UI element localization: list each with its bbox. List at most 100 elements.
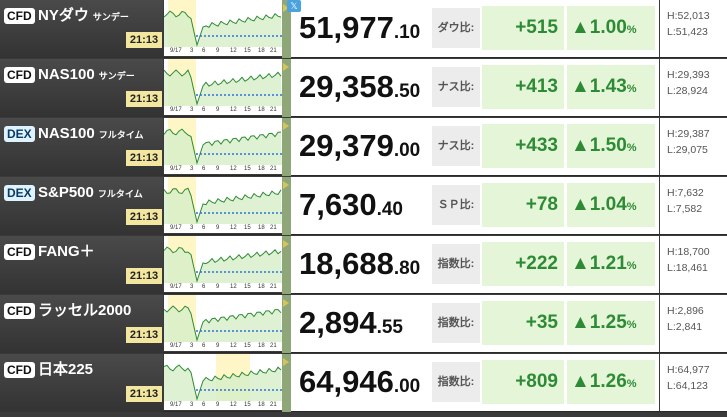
instrument-name-text: NAS100 bbox=[38, 66, 95, 83]
intraday-chart[interactable]: 9/17 3 6 9 12 15 18 21 bbox=[164, 59, 282, 115]
time-tick: 6 bbox=[202, 48, 206, 54]
percent-value: ▲1.50 bbox=[571, 135, 627, 156]
price-integer: 2,894 bbox=[299, 305, 377, 340]
expand-handle[interactable] bbox=[282, 236, 291, 294]
price-integer: 64,946 bbox=[299, 364, 394, 399]
percent-value: ▲1.04 bbox=[571, 194, 627, 215]
instrument-name: NYダウ サンデー bbox=[38, 5, 129, 28]
day-high: H:52,013 bbox=[667, 10, 710, 22]
time-tick: 6 bbox=[202, 284, 206, 290]
quote-card: 18,688.80 指数比: +222 ▲1.21% bbox=[291, 236, 659, 293]
update-time: 21:13 bbox=[126, 268, 162, 284]
expand-handle[interactable] bbox=[282, 118, 291, 176]
time-tick: 9/17 bbox=[170, 166, 182, 172]
quote-row[interactable]: DEX S&P500 フルタイム 21:13 9/17 3 6 9 12 15 18 21 7,630.… bbox=[0, 177, 727, 235]
instrument-type-badge: CFD bbox=[4, 244, 35, 260]
intraday-chart[interactable]: 9/17 3 6 9 12 15 18 21 bbox=[164, 295, 282, 351]
change-label: ＳＰ比: bbox=[432, 185, 480, 225]
time-tick: 15 bbox=[244, 107, 251, 113]
quote-row[interactable]: CFD NYダウ サンデー 21:13 9/17 3 6 9 12 15 18 21 51,977.10… bbox=[0, 0, 727, 58]
percent-unit: % bbox=[626, 378, 637, 390]
time-tick: 9 bbox=[216, 284, 220, 290]
time-tick: 3 bbox=[190, 166, 194, 172]
quote-row[interactable]: CFD 日本225 21:13 9/17 3 6 9 12 15 18 21 64,946.00 指数比… bbox=[0, 354, 727, 412]
time-tick: 21 bbox=[270, 48, 277, 54]
high-low: H:64,977 L:64,123 bbox=[660, 354, 727, 411]
time-tick: 6 bbox=[202, 402, 206, 408]
instrument-header[interactable]: CFD FANG＋ 21:13 bbox=[0, 236, 163, 294]
time-tick: 3 bbox=[190, 284, 194, 290]
instrument-type-badge: CFD bbox=[4, 303, 35, 319]
change-value: +433 bbox=[482, 124, 564, 168]
change-value: +35 bbox=[482, 301, 564, 345]
day-low: L:51,423 bbox=[667, 26, 708, 38]
quote-card: 64,946.00 指数比: +809 ▲1.26% bbox=[291, 354, 659, 411]
change-value: +413 bbox=[482, 65, 564, 109]
intraday-chart[interactable]: 9/17 3 6 9 12 15 18 21 bbox=[164, 236, 282, 292]
expand-handle[interactable] bbox=[282, 59, 291, 117]
session-label: サンデー bbox=[92, 12, 129, 22]
instrument-header[interactable]: CFD ラッセル2000 21:13 bbox=[0, 295, 163, 353]
intraday-chart[interactable]: 9/17 3 6 9 12 15 18 21 bbox=[164, 0, 282, 56]
change-label: 指数比: bbox=[432, 244, 480, 284]
intraday-chart[interactable]: 9/17 3 6 9 12 15 18 21 bbox=[164, 177, 282, 233]
time-tick: 9 bbox=[216, 343, 220, 349]
instrument-name-text: FANG＋ bbox=[38, 243, 95, 260]
price-integer: 29,379 bbox=[299, 128, 394, 163]
instrument-name-text: NAS100 bbox=[38, 125, 95, 142]
percent-value: ▲1.43 bbox=[571, 76, 627, 97]
time-tick: 15 bbox=[244, 225, 251, 231]
percent-unit: % bbox=[626, 83, 637, 95]
change-percent: ▲1.43% bbox=[567, 65, 655, 109]
instrument-type-badge: DEX bbox=[4, 185, 35, 201]
instrument-header[interactable]: DEX S&P500 フルタイム 21:13 bbox=[0, 177, 163, 235]
price-integer: 51,977 bbox=[299, 10, 394, 45]
quote-row[interactable]: CFD NAS100 サンデー 21:13 9/17 3 6 9 12 15 18 21 29,358.… bbox=[0, 59, 727, 117]
time-tick: 3 bbox=[190, 48, 194, 54]
percent-unit: % bbox=[626, 142, 637, 154]
instrument-type-badge: CFD bbox=[4, 362, 35, 378]
update-time: 21:13 bbox=[126, 91, 162, 107]
expand-handle[interactable] bbox=[282, 354, 291, 412]
intraday-chart[interactable]: 9/17 3 6 9 12 15 18 21 bbox=[164, 354, 282, 410]
time-axis: 9/17 3 6 9 12 15 18 21 bbox=[164, 283, 282, 292]
time-tick: 3 bbox=[190, 343, 194, 349]
time-tick: 9 bbox=[216, 166, 220, 172]
day-low: L:28,924 bbox=[667, 85, 708, 97]
time-tick: 3 bbox=[190, 402, 194, 408]
quote-row[interactable]: CFD ラッセル2000 21:13 9/17 3 6 9 12 15 18 21 2,894.55 指… bbox=[0, 295, 727, 353]
price-decimal: .55 bbox=[376, 317, 403, 338]
instrument-header[interactable]: CFD 日本225 21:13 bbox=[0, 354, 163, 412]
expand-handle[interactable] bbox=[282, 177, 291, 235]
time-tick: 9 bbox=[216, 48, 220, 54]
quote-card: 29,379.00 ナス比: +433 ▲1.50% bbox=[291, 118, 659, 175]
time-tick: 12 bbox=[230, 402, 237, 408]
time-tick: 21 bbox=[270, 166, 277, 172]
instrument-name: FANG＋ bbox=[38, 241, 99, 264]
percent-value: ▲1.26 bbox=[571, 371, 627, 392]
update-time: 21:13 bbox=[126, 32, 162, 48]
instrument-header[interactable]: DEX NAS100 フルタイム 21:13 bbox=[0, 118, 163, 176]
percent-unit: % bbox=[626, 24, 637, 36]
instrument-header[interactable]: CFD NAS100 サンデー 21:13 bbox=[0, 59, 163, 117]
quote-row[interactable]: DEX NAS100 フルタイム 21:13 9/17 3 6 9 12 15 18 21 29,379… bbox=[0, 118, 727, 176]
time-tick: 12 bbox=[230, 107, 237, 113]
time-tick: 18 bbox=[258, 166, 265, 172]
high-low: H:7,632 L:7,582 bbox=[660, 177, 727, 234]
update-time: 21:13 bbox=[126, 327, 162, 343]
quote-row[interactable]: CFD FANG＋ 21:13 9/17 3 6 9 12 15 18 21 18,688.80 指数比… bbox=[0, 236, 727, 294]
chart-area bbox=[164, 129, 282, 165]
instrument-header[interactable]: CFD NYダウ サンデー 21:13 bbox=[0, 0, 163, 58]
twitter-icon[interactable]: 𝕏 bbox=[287, 0, 301, 12]
time-tick: 18 bbox=[258, 48, 265, 54]
time-axis: 9/17 3 6 9 12 15 18 21 bbox=[164, 342, 282, 351]
intraday-chart[interactable]: 9/17 3 6 9 12 15 18 21 bbox=[164, 118, 282, 174]
time-tick: 3 bbox=[190, 225, 194, 231]
expand-handle[interactable] bbox=[282, 295, 291, 353]
quote-card: 2,894.55 指数比: +35 ▲1.25% bbox=[291, 295, 659, 352]
high-low: H:29,387 L:29,075 bbox=[660, 118, 727, 175]
instrument-name: ラッセル2000 bbox=[38, 300, 135, 323]
time-tick: 18 bbox=[258, 343, 265, 349]
quote-card: 51,977.10 ダウ比: +515 ▲1.00% bbox=[291, 0, 659, 57]
chart-area bbox=[164, 11, 282, 48]
